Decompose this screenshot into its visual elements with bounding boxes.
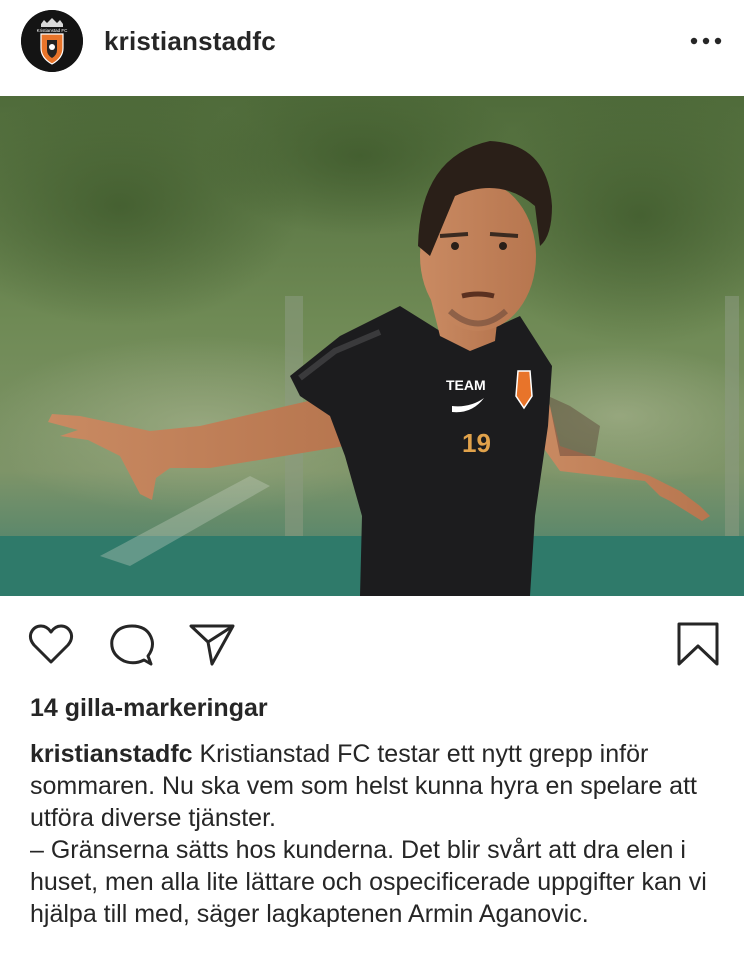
svg-text:TEAM: TEAM (446, 377, 486, 393)
caption-quote: – Gränserna sätts hos kunderna. Det blir… (30, 836, 707, 928)
post-photo[interactable]: TEAM 19 (0, 96, 744, 596)
caption-username[interactable]: kristianstadfc (30, 740, 193, 768)
post-caption: kristianstadfc Kristianstad FC testar et… (30, 738, 730, 930)
send-icon[interactable] (188, 620, 236, 668)
caption-paragraph: kristianstadfc Kristianstad FC testar et… (30, 738, 730, 834)
kristianstad-fc-crest-icon: Kristianstad FC (21, 10, 83, 72)
post-username[interactable]: kristianstadfc (104, 26, 276, 57)
comment-icon[interactable] (108, 620, 156, 668)
profile-avatar[interactable]: Kristianstad FC (21, 10, 83, 72)
post-action-bar (0, 596, 744, 686)
soccer-player-photo: TEAM 19 (0, 96, 744, 596)
bookmark-icon[interactable] (674, 620, 722, 668)
likes-count[interactable]: 14 gilla-markeringar (30, 694, 268, 723)
heart-icon[interactable] (27, 620, 75, 668)
post-header: Kristianstad FC kristianstadfc (0, 0, 744, 96)
jersey-number: 19 (462, 428, 491, 458)
crest-text: Kristianstad FC (37, 28, 69, 33)
more-options-icon[interactable] (686, 28, 726, 52)
